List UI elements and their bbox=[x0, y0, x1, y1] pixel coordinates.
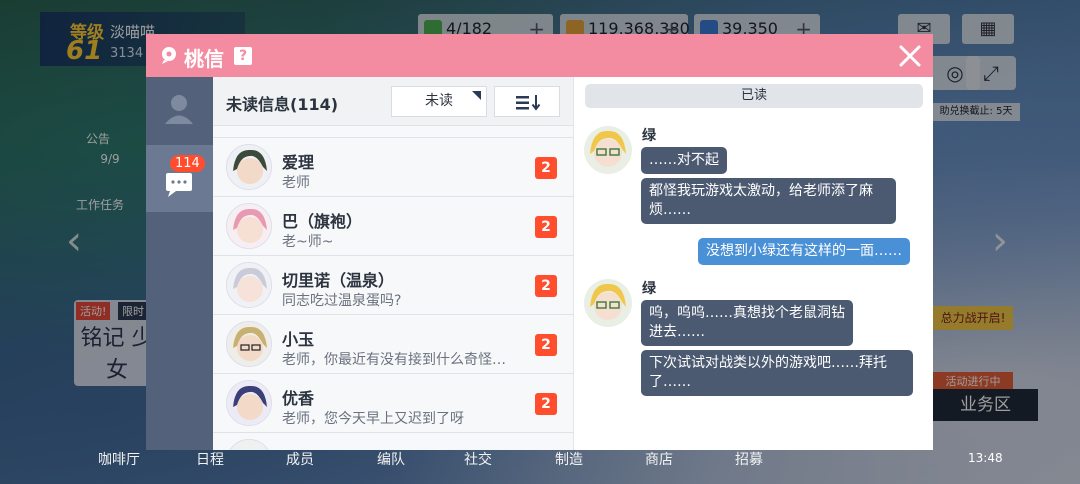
help-icon[interactable]: ? bbox=[234, 47, 252, 65]
nav-members[interactable]: 成员 bbox=[286, 449, 314, 469]
nav-recruit[interactable]: 招募 bbox=[735, 449, 763, 469]
list-item[interactable]: 小玉 老师，你最近有没有接到什么奇怪的... 2 bbox=[213, 314, 573, 373]
dropdown-corner-icon bbox=[472, 91, 481, 100]
person-icon bbox=[165, 95, 193, 124]
received-message: ……对不起 bbox=[641, 147, 727, 174]
list-item[interactable] bbox=[213, 125, 573, 137]
received-message: 下次试试对战类以外的游戏吧……拜托了…… bbox=[641, 350, 913, 396]
avatar bbox=[226, 380, 272, 426]
avatar bbox=[226, 262, 272, 308]
message-preview: 老~师~ bbox=[282, 234, 334, 250]
chat-pane: 已读 绿 ……对不起 都怪我玩游戏太激动，给老师添了麻烦…… 没想到小绿还有这样… bbox=[573, 77, 933, 450]
sort-button[interactable] bbox=[494, 86, 560, 117]
list-item[interactable]: 优香 老师，您今天早上又迟到了呀 2 bbox=[213, 373, 573, 432]
message-list-pane: 未读信息(114) 未读 爱理 老师 2 巴（旗袍） 老~师~ 2 切里诺（温泉… bbox=[213, 77, 573, 450]
list-title: 未读信息(114) bbox=[226, 95, 339, 114]
student-name: 爱理 bbox=[282, 153, 315, 172]
list-item[interactable]: 切里诺（温泉） 同志吃过温泉蛋吗? 2 bbox=[213, 255, 573, 314]
dialog-header: 桃信 ? bbox=[146, 34, 933, 77]
unread-badge: 114 bbox=[170, 155, 205, 172]
message-preview: 老师，你最近有没有接到什么奇怪的... bbox=[282, 352, 508, 368]
nav-social[interactable]: 社交 bbox=[464, 449, 492, 469]
nav-shop[interactable]: 商店 bbox=[645, 449, 673, 469]
avatar bbox=[226, 203, 272, 249]
read-status-bar: 已读 bbox=[585, 84, 923, 108]
unread-count-badge: 2 bbox=[535, 157, 557, 179]
sender-name: 绿 bbox=[642, 281, 656, 297]
close-icon[interactable] bbox=[896, 42, 924, 70]
filter-dropdown[interactable]: 未读 bbox=[391, 86, 487, 117]
student-list: 爱理 老师 2 巴（旗袍） 老~师~ 2 切里诺（温泉） 同志吃过温泉蛋吗? 2… bbox=[213, 125, 573, 450]
student-name: 小玉 bbox=[282, 330, 315, 349]
received-message: 都怪我玩游戏太激动，给老师添了麻烦…… bbox=[641, 178, 896, 224]
sender-name: 绿 bbox=[642, 128, 656, 144]
message-preview: 同志吃过温泉蛋吗? bbox=[282, 293, 402, 309]
sent-message: 没想到小绿还有这样的一面…… bbox=[698, 238, 910, 265]
message-preview: 老师，您今天早上又迟到了呀 bbox=[282, 411, 464, 427]
unread-count-badge: 2 bbox=[535, 275, 557, 297]
tab-messages[interactable]: 114 bbox=[146, 145, 213, 212]
avatar bbox=[584, 126, 632, 174]
received-message: 呜，呜呜……真想找个老鼠洞钻进去…… bbox=[641, 300, 853, 346]
nav-schedule[interactable]: 日程 bbox=[196, 449, 224, 469]
message-preview: 老师 bbox=[282, 175, 310, 191]
avatar bbox=[226, 321, 272, 367]
momotalk-dialog: 桃信 ? 114 未读信息(114) 未读 爱理 老师 2 巴（旗袍） 老~师~… bbox=[146, 34, 933, 450]
nav-cafe[interactable]: 咖啡厅 bbox=[98, 449, 140, 469]
filter-label: 未读 bbox=[425, 93, 453, 109]
student-name: 巴（旗袍） bbox=[282, 212, 363, 231]
student-name: 切里诺（温泉） bbox=[282, 271, 395, 290]
list-item[interactable]: 爱理 老师 2 bbox=[213, 137, 573, 196]
avatar bbox=[226, 144, 272, 190]
nav-formation[interactable]: 编队 bbox=[377, 449, 405, 469]
list-item[interactable] bbox=[213, 432, 573, 450]
avatar bbox=[226, 439, 272, 450]
unread-count-badge: 2 bbox=[535, 393, 557, 415]
avatar bbox=[584, 279, 632, 327]
unread-count-badge: 2 bbox=[535, 216, 557, 238]
sort-descending-icon bbox=[516, 95, 541, 111]
nav-craft[interactable]: 制造 bbox=[555, 449, 583, 469]
tab-students[interactable] bbox=[146, 77, 213, 144]
chat-bubble-icon bbox=[162, 47, 176, 64]
dialog-title: 桃信 bbox=[184, 47, 224, 71]
list-item[interactable]: 巴（旗袍） 老~师~ 2 bbox=[213, 196, 573, 255]
clock: 13:48 bbox=[968, 451, 1003, 465]
unread-count-badge: 2 bbox=[535, 334, 557, 356]
student-name: 优香 bbox=[282, 389, 315, 408]
dialog-sidebar: 114 bbox=[146, 77, 213, 450]
